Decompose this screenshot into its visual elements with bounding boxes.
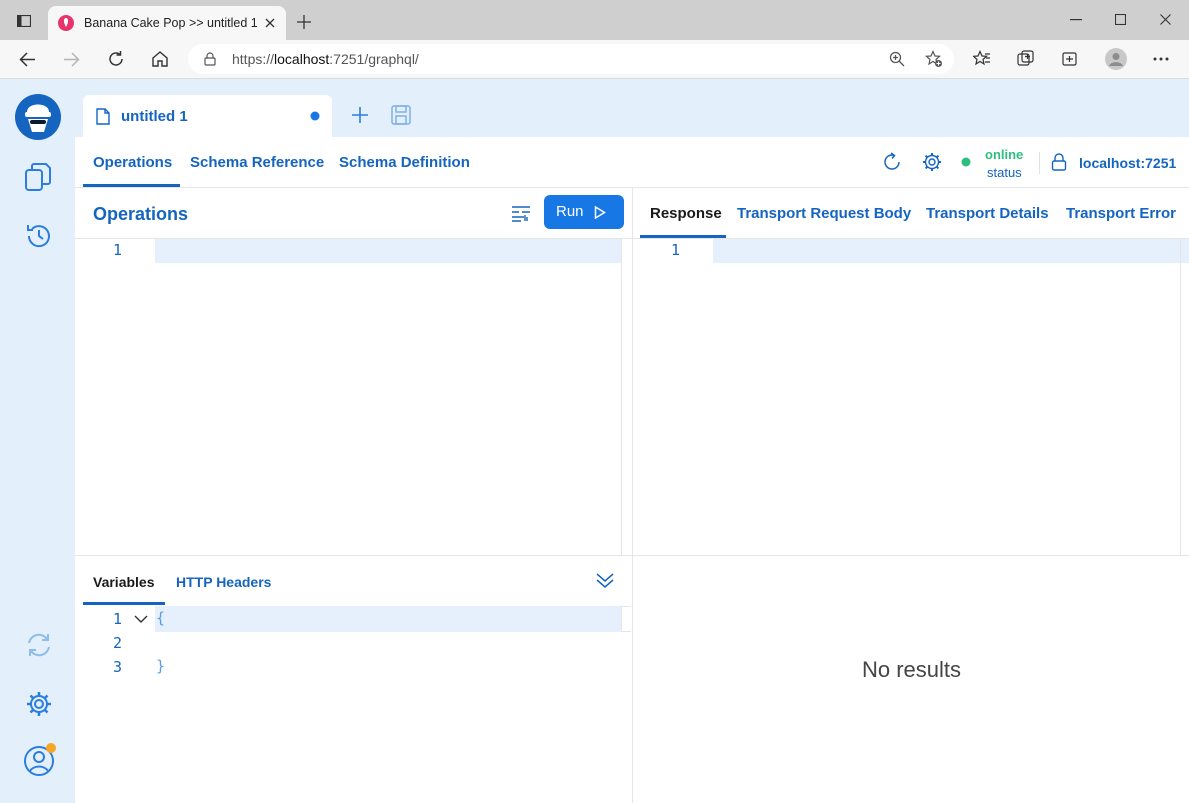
operations-editor[interactable]: 1 bbox=[75, 239, 632, 555]
browser-tab-title: Banana Cake Pop >> untitled 1 bbox=[84, 16, 258, 30]
tab-schema-definition[interactable]: Schema Definition bbox=[339, 154, 470, 171]
maximize-icon[interactable] bbox=[1115, 14, 1126, 25]
tab-transport-details[interactable]: Transport Details bbox=[926, 205, 1049, 222]
app-sidebar bbox=[0, 79, 75, 803]
favorites-icon[interactable] bbox=[973, 50, 991, 68]
fold-chevron-icon[interactable] bbox=[134, 615, 148, 624]
banana-cake-pop-logo[interactable] bbox=[15, 94, 61, 140]
endpoint-url[interactable]: localhost:7251 bbox=[1079, 155, 1176, 171]
document-tab[interactable]: untitled 1 bbox=[83, 95, 332, 137]
minimize-icon[interactable] bbox=[1070, 19, 1082, 21]
banana-cake-pop-favicon bbox=[58, 15, 74, 31]
address-bar[interactable]: https://localhost:7251/graphql/ bbox=[188, 44, 954, 74]
refresh-icon[interactable] bbox=[107, 50, 125, 68]
url-text: https://localhost:7251/graphql/ bbox=[232, 51, 419, 67]
divider bbox=[1039, 152, 1040, 174]
tab-schema-reference[interactable]: Schema Reference bbox=[190, 154, 324, 171]
status-value: online bbox=[985, 147, 1024, 162]
tab-response[interactable]: Response bbox=[650, 205, 722, 222]
line-number: 2 bbox=[113, 634, 123, 652]
editor-scrollbar[interactable] bbox=[621, 239, 631, 555]
tab-operations[interactable]: Operations bbox=[93, 154, 172, 171]
endpoint-lock-icon[interactable] bbox=[1051, 153, 1067, 171]
variables-editor[interactable]: 1 2 3 { } bbox=[75, 606, 632, 803]
tab-variables[interactable]: Variables bbox=[93, 574, 155, 590]
connection-settings-icon[interactable] bbox=[922, 152, 942, 172]
line-number: 3 bbox=[113, 658, 123, 676]
current-line-highlight bbox=[713, 239, 1189, 263]
more-options-icon[interactable] bbox=[1153, 57, 1169, 61]
status-label: status bbox=[987, 165, 1022, 180]
close-window-icon[interactable] bbox=[1160, 14, 1171, 25]
code-line: { bbox=[156, 609, 166, 627]
zoom-icon[interactable] bbox=[889, 51, 905, 67]
unsaved-indicator-dot bbox=[310, 111, 320, 121]
online-status-dot bbox=[961, 157, 971, 167]
settings-gear-icon[interactable] bbox=[25, 690, 53, 718]
code-line: } bbox=[156, 657, 166, 675]
lock-icon[interactable] bbox=[204, 52, 216, 66]
current-line-highlight bbox=[155, 239, 621, 263]
editor-scrollbar[interactable] bbox=[621, 606, 631, 632]
document-file-icon bbox=[96, 108, 110, 125]
tab-transport-request-body[interactable]: Transport Request Body bbox=[737, 205, 911, 222]
forward-icon[interactable] bbox=[63, 52, 80, 67]
new-tab-icon[interactable] bbox=[297, 15, 311, 29]
save-document-icon[interactable] bbox=[391, 105, 411, 125]
prettify-icon[interactable] bbox=[511, 205, 531, 223]
browser-tab[interactable]: Banana Cake Pop >> untitled 1 bbox=[48, 6, 286, 40]
tab-http-headers[interactable]: HTTP Headers bbox=[176, 574, 271, 590]
extensions-icon[interactable] bbox=[1061, 50, 1079, 68]
operations-title: Operations bbox=[93, 204, 189, 224]
no-results-message: No results bbox=[862, 657, 962, 682]
sync-icon[interactable] bbox=[25, 631, 53, 659]
back-icon[interactable] bbox=[19, 52, 36, 67]
run-button[interactable]: Run bbox=[544, 195, 624, 229]
line-number: 1 bbox=[113, 610, 123, 628]
active-bottom-tab-indicator bbox=[83, 602, 165, 605]
add-favorite-icon[interactable] bbox=[925, 50, 943, 68]
home-icon[interactable] bbox=[151, 50, 169, 68]
response-scrollbar[interactable] bbox=[1180, 239, 1189, 555]
history-icon[interactable] bbox=[25, 222, 53, 250]
reload-schema-icon[interactable] bbox=[882, 152, 902, 172]
run-button-label: Run bbox=[556, 203, 584, 220]
collections-icon[interactable] bbox=[1017, 50, 1035, 68]
tab-transport-error[interactable]: Transport Error bbox=[1066, 205, 1176, 222]
account-icon[interactable] bbox=[23, 743, 57, 777]
collapse-chevron-icon[interactable] bbox=[596, 572, 614, 588]
play-icon bbox=[594, 206, 606, 219]
document-tab-label: untitled 1 bbox=[121, 108, 188, 125]
response-viewer[interactable]: 1 bbox=[633, 239, 1189, 555]
line-number: 1 bbox=[113, 241, 123, 259]
documents-icon[interactable] bbox=[24, 162, 52, 192]
current-line-highlight bbox=[155, 606, 621, 632]
add-document-icon[interactable] bbox=[351, 106, 369, 124]
line-number: 1 bbox=[671, 241, 681, 259]
tab-actions-icon[interactable] bbox=[17, 15, 31, 27]
browser-titlebar: Banana Cake Pop >> untitled 1 bbox=[0, 0, 1189, 40]
profile-avatar-icon[interactable] bbox=[1105, 48, 1127, 70]
close-tab-icon[interactable] bbox=[265, 18, 275, 28]
divider bbox=[75, 555, 1189, 556]
